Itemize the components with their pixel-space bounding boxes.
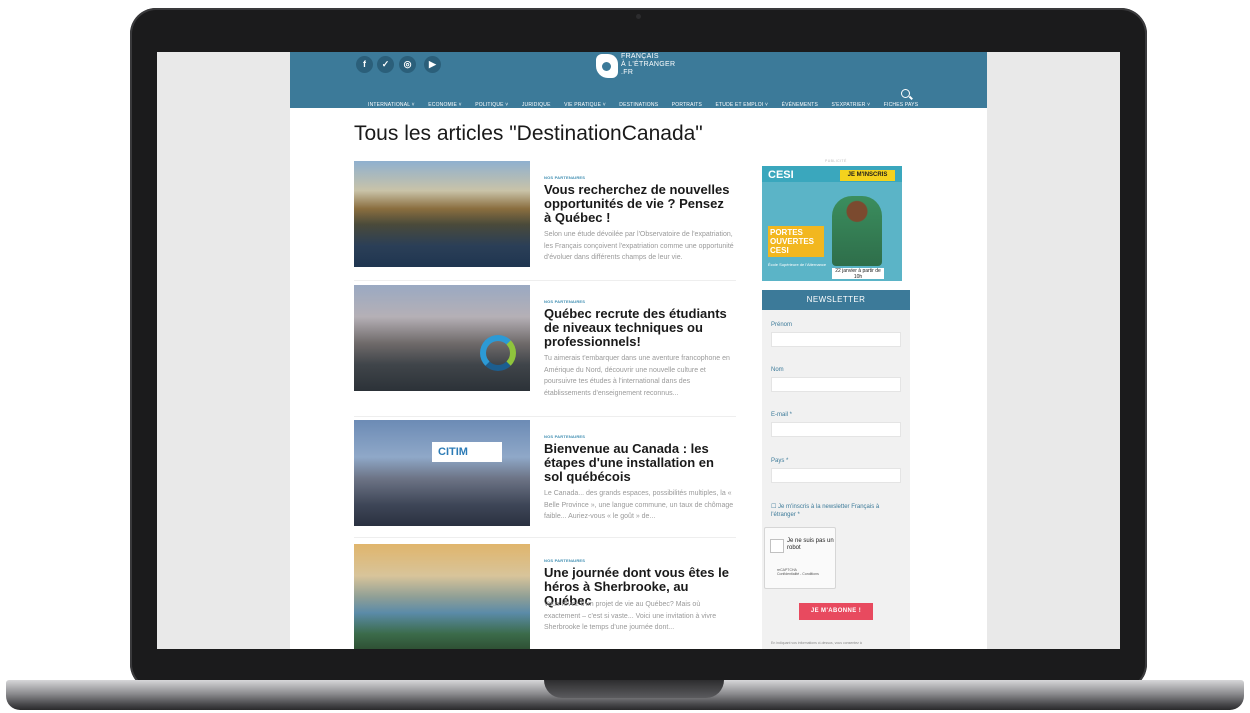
article-category[interactable]: NOS PARTENAIRES xyxy=(544,558,585,563)
article-excerpt: Selon une étude dévoilée par l'Observato… xyxy=(544,231,734,261)
divider xyxy=(354,416,736,417)
nav-politique[interactable]: POLITIQUE ˅ xyxy=(475,102,508,108)
main-nav: INTERNATIONAL ˅ ECONOMIE ˅ POLITIQUE ˅ J… xyxy=(368,93,927,111)
nav-destinations[interactable]: DESTINATIONS xyxy=(619,102,658,108)
nav-etude-emploi[interactable]: ETUDE ET EMPLOI ˅ xyxy=(715,102,768,108)
website: f ✓ ◎ ▶ FRANÇAIS À L'ÉTRANGER .FR INTERN… xyxy=(290,52,987,649)
youtube-icon[interactable]: ▶ xyxy=(424,56,441,73)
site-logo[interactable]: FRANÇAIS À L'ÉTRANGER .FR xyxy=(621,53,675,77)
article-category[interactable]: NOS PARTENAIRES xyxy=(544,299,585,304)
ad-brand: CESI xyxy=(768,169,794,181)
article-thumbnail[interactable] xyxy=(354,285,530,391)
article-excerpt: Tu aimerais t'embarquer dans une aventur… xyxy=(544,355,730,397)
article-excerpt: Vous rêvez d'un projet de vie au Québec?… xyxy=(544,601,717,631)
email-label: E-mail * xyxy=(771,412,793,418)
instagram-icon[interactable]: ◎ xyxy=(399,56,416,73)
article-card[interactable]: NOS PARTENAIRES Québec recrute des étudi… xyxy=(354,285,736,397)
logo-line-2: À L'ÉTRANGER xyxy=(621,61,676,68)
consent-checkbox[interactable]: ☐ Je m'inscris à la newsletter Français … xyxy=(771,503,901,519)
subscribe-button[interactable]: JE M'ABONNE ! xyxy=(799,603,873,620)
ad-label: PUBLICITÉ xyxy=(825,159,847,163)
fine-print: En indiquant vos informations ci-dessus,… xyxy=(771,641,862,645)
recaptcha-label: Je ne suis pas un robot xyxy=(787,538,834,551)
divider xyxy=(354,280,736,281)
nav-juridique[interactable]: JURIDIQUE xyxy=(522,102,551,108)
recaptcha-links[interactable]: Confidentialité - Conditions xyxy=(777,572,819,576)
search-icon[interactable] xyxy=(901,89,910,98)
email-field[interactable] xyxy=(771,422,901,437)
laptop-notch xyxy=(544,680,724,698)
logo-line-1: FRANÇAIS xyxy=(621,53,659,60)
article-title[interactable]: Vous recherchez de nouvelles opportunité… xyxy=(544,183,734,225)
prenom-label: Prénom xyxy=(771,322,793,328)
twitter-icon[interactable]: ✓ xyxy=(377,56,394,73)
logo-ring-icon xyxy=(480,335,516,371)
nav-evenements[interactable]: ÉVÉNEMENTS xyxy=(782,102,818,108)
article-excerpt: Le Canada... des grands espaces, possibi… xyxy=(544,490,734,520)
nav-portraits[interactable]: PORTRAITS xyxy=(672,102,702,108)
logo-globe-icon[interactable] xyxy=(596,54,618,78)
nom-field[interactable] xyxy=(771,377,901,392)
nav-international[interactable]: INTERNATIONAL ˅ xyxy=(368,102,415,108)
ad-headline: PORTES OUVERTES CESI xyxy=(768,226,824,257)
article-thumbnail[interactable]: CITIM xyxy=(354,420,530,526)
nav-vie-pratique[interactable]: VIE PRATIQUE ˅ xyxy=(564,102,606,108)
nav-sexpatrier[interactable]: S'EXPATRIER ˅ xyxy=(831,102,870,108)
site-header: f ✓ ◎ ▶ FRANÇAIS À L'ÉTRANGER .FR INTERN… xyxy=(290,52,987,108)
consent-label: Je m'inscris à la newsletter Français à … xyxy=(771,504,880,518)
article-card[interactable]: NOS PARTENAIRES Une journée dont vous êt… xyxy=(354,544,736,649)
article-thumbnail[interactable] xyxy=(354,544,530,649)
nom-label: Nom xyxy=(771,367,784,373)
nav-fiches-pays[interactable]: FICHES PAYS xyxy=(884,102,919,108)
newsletter-title: NEWSLETTER xyxy=(762,290,910,310)
article-card[interactable]: NOS PARTENAIRES Vous recherchez de nouve… xyxy=(354,161,736,269)
citim-badge: CITIM xyxy=(432,442,502,462)
recaptcha-checkbox[interactable] xyxy=(770,539,784,553)
article-card[interactable]: CITIM NOS PARTENAIRES Bienvenue au Canad… xyxy=(354,420,736,528)
article-category[interactable]: NOS PARTENAIRES xyxy=(544,175,585,180)
ad-person-image xyxy=(832,196,882,266)
nav-economie[interactable]: ECONOMIE ˅ xyxy=(428,102,462,108)
page-title: Tous les articles "DestinationCanada" xyxy=(354,122,703,145)
recaptcha-logo: reCAPTCHA Confidentialité - Conditions xyxy=(777,568,819,576)
ad-school: École Supérieure de l'Alternance xyxy=(768,262,827,267)
article-title[interactable]: Bienvenue au Canada : les étapes d'une i… xyxy=(544,442,734,484)
article-title[interactable]: Québec recrute des étudiants de niveaux … xyxy=(544,307,734,349)
article-category[interactable]: NOS PARTENAIRES xyxy=(544,434,585,439)
pays-label: Pays * xyxy=(771,458,789,464)
camera-icon xyxy=(636,14,641,19)
logo-line-3: .FR xyxy=(621,69,634,76)
cesi-ad-banner[interactable]: CESI JE M'INSCRIS PORTES OUVERTES CESI É… xyxy=(762,166,902,281)
newsletter-form: NEWSLETTER Prénom Nom E-mail * Pays * ☐ … xyxy=(762,290,910,649)
divider xyxy=(354,537,736,538)
article-thumbnail[interactable] xyxy=(354,161,530,267)
recaptcha-widget[interactable]: Je ne suis pas un robot reCAPTCHA Confid… xyxy=(764,527,836,589)
pays-field[interactable] xyxy=(771,468,901,483)
laptop-screen: f ✓ ◎ ▶ FRANÇAIS À L'ÉTRANGER .FR INTERN… xyxy=(157,52,1120,649)
ad-date: 22 janvier à partir de 10h xyxy=(832,268,884,280)
facebook-icon[interactable]: f xyxy=(356,56,373,73)
ad-cta-button[interactable]: JE M'INSCRIS xyxy=(840,170,895,181)
prenom-field[interactable] xyxy=(771,332,901,347)
